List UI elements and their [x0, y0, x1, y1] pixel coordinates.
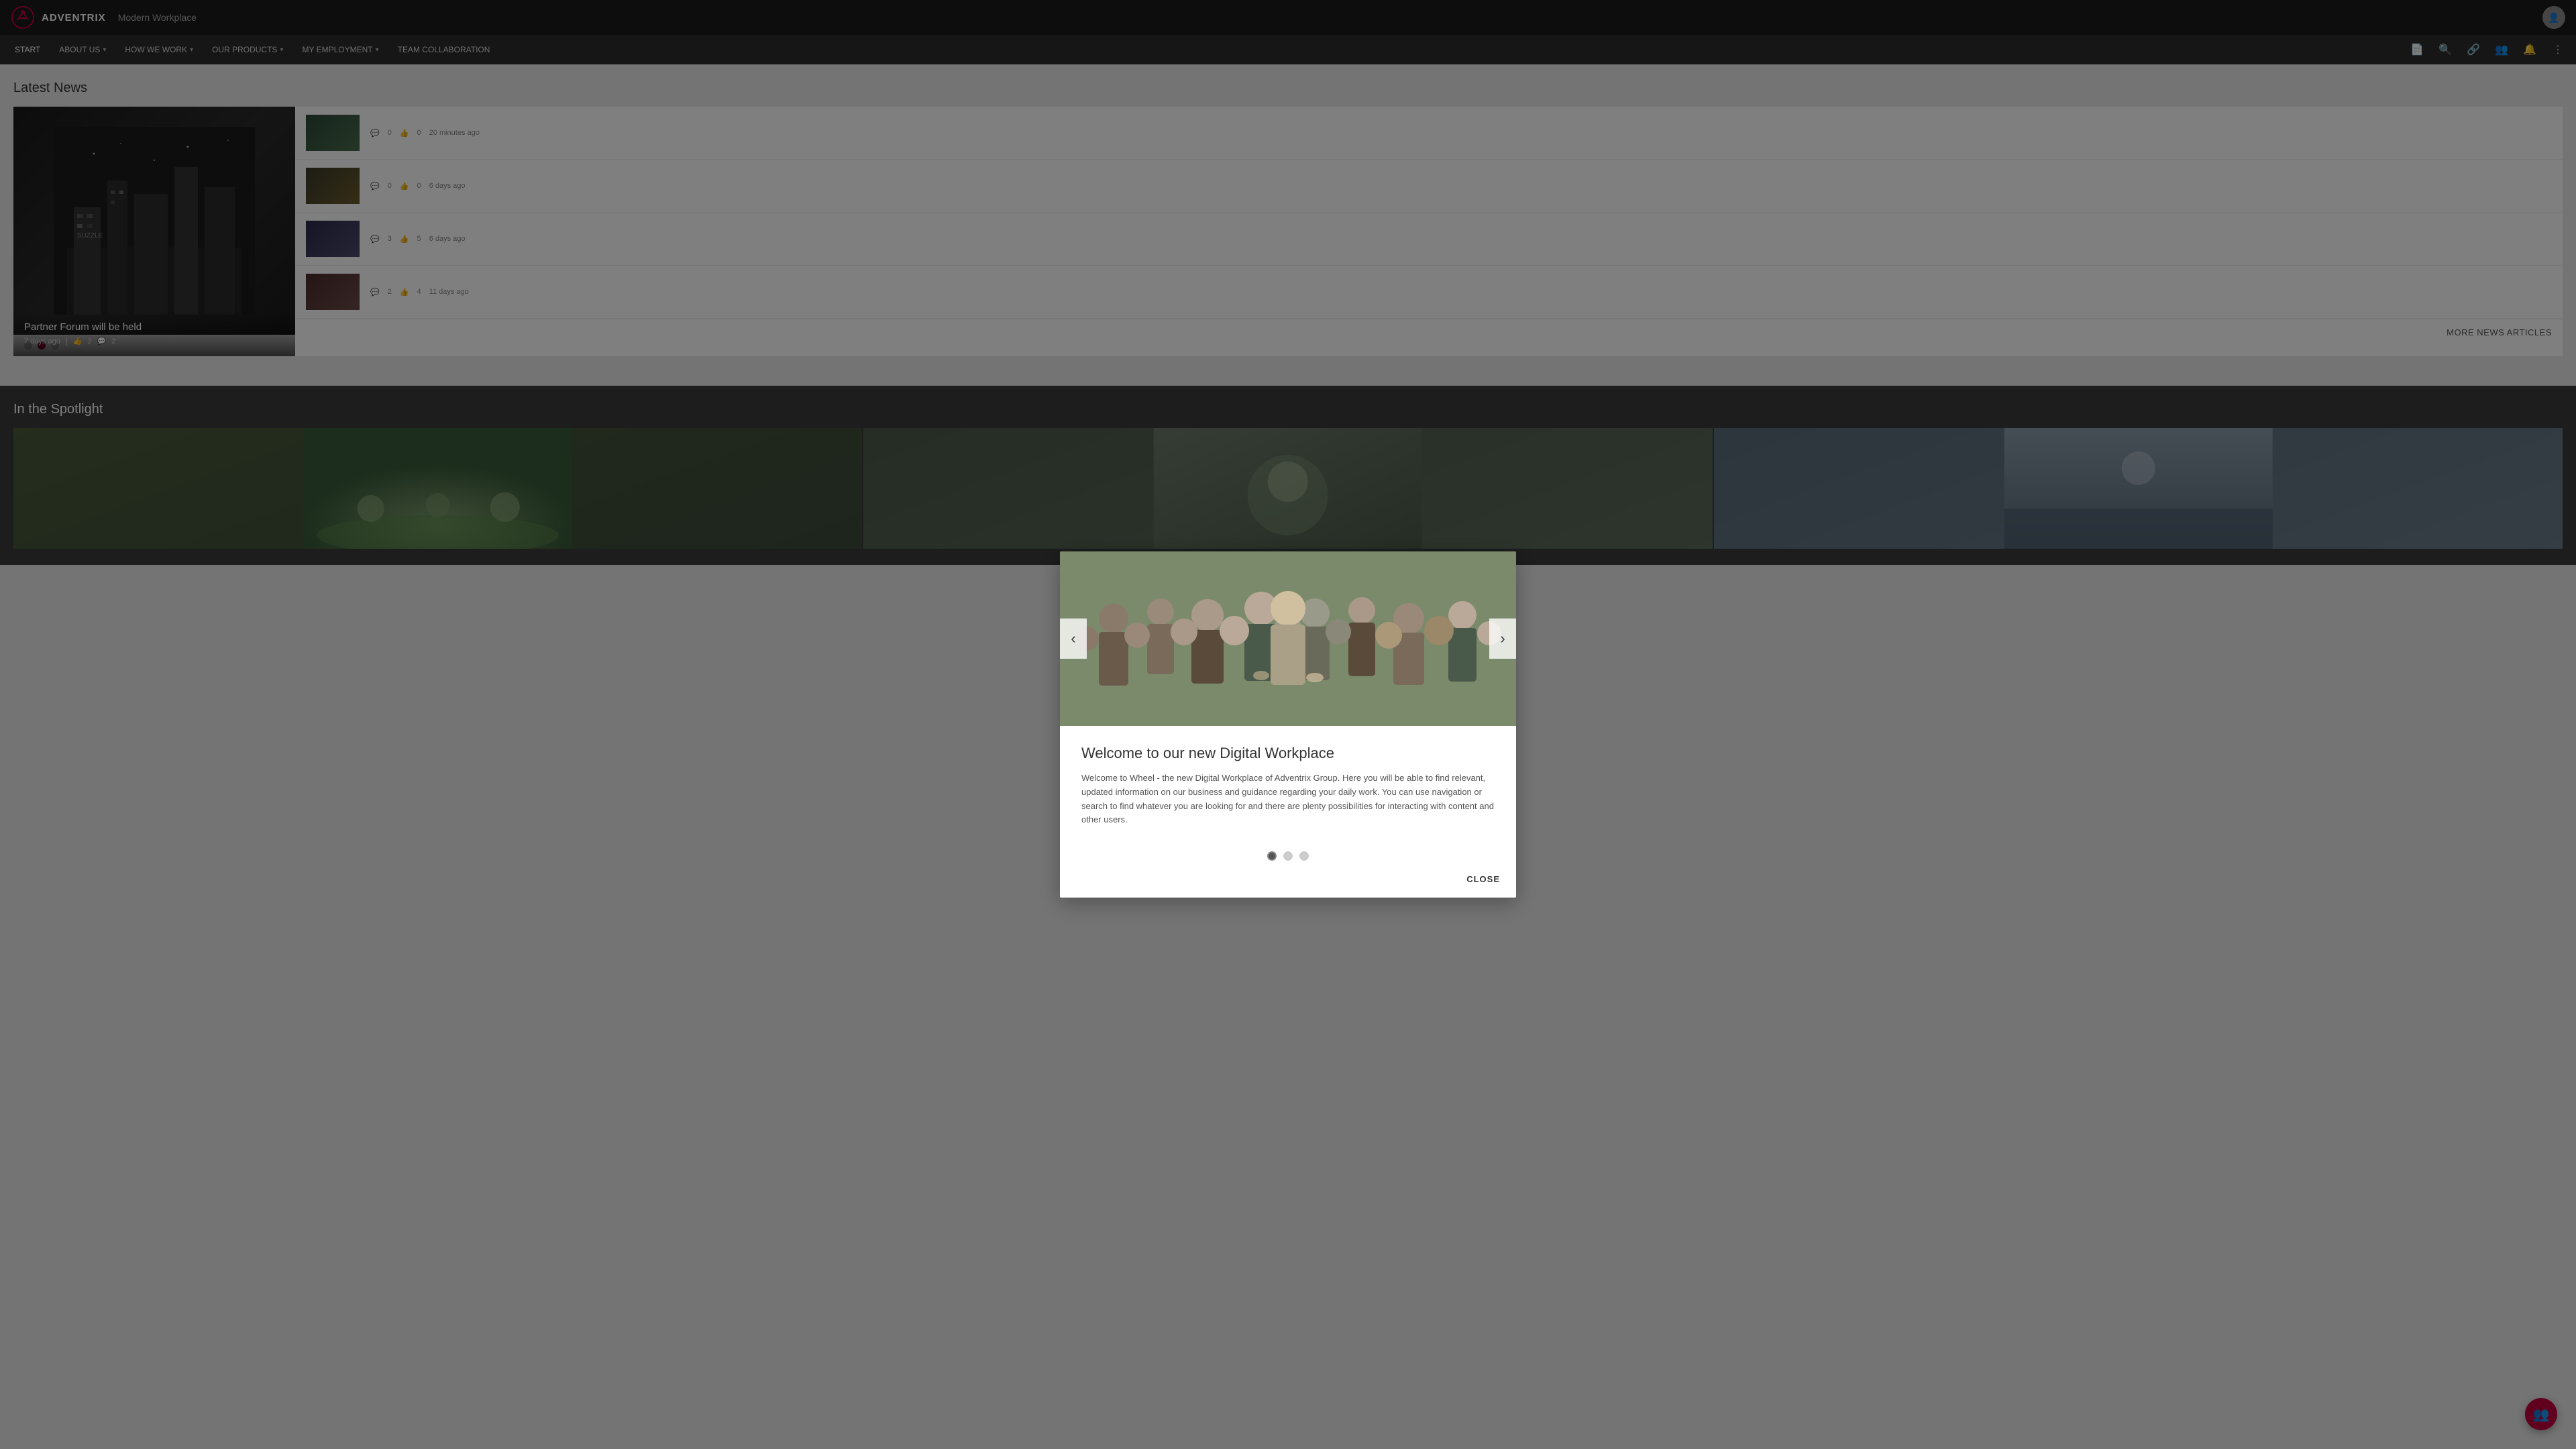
modal-dots — [1060, 838, 1516, 866]
modal-close-button[interactable]: CLOSE — [1466, 874, 1500, 884]
modal-next-button[interactable]: › — [1489, 619, 1516, 659]
crowd-svg — [1060, 551, 1516, 726]
modal-header-image: ‹ › — [1060, 551, 1516, 726]
modal-dot-3[interactable] — [1299, 851, 1309, 861]
modal-title: Welcome to our new Digital Workplace — [1081, 745, 1495, 762]
modal-footer: CLOSE — [1060, 866, 1516, 898]
chevron-left-icon: ‹ — [1071, 630, 1075, 647]
modal-body-text: Welcome to Wheel - the new Digital Workp… — [1081, 771, 1495, 827]
modal-dialog: ‹ › Welcome to our new Digital Workplace… — [1060, 551, 1516, 898]
chevron-right-icon: › — [1500, 630, 1505, 647]
modal-body: Welcome to our new Digital Workplace Wel… — [1060, 726, 1516, 838]
modal-overlay[interactable]: ‹ › Welcome to our new Digital Workplace… — [0, 0, 2576, 1449]
modal-dot-1[interactable] — [1267, 851, 1277, 861]
modal-prev-button[interactable]: ‹ — [1060, 619, 1087, 659]
modal-dot-2[interactable] — [1283, 851, 1293, 861]
